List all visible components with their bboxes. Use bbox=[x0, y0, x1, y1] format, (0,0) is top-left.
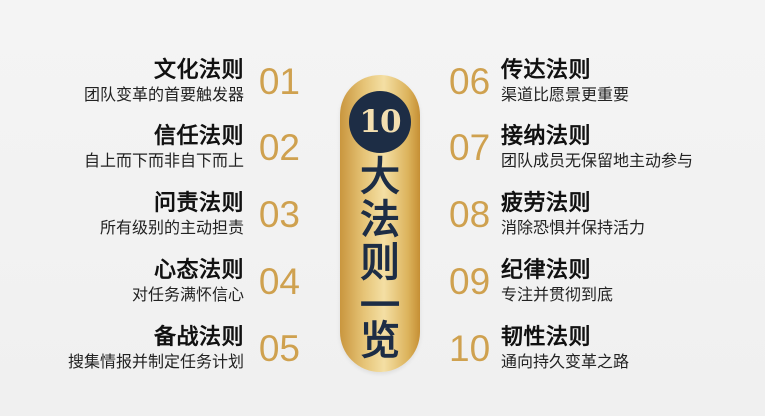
rule-number: 07 bbox=[449, 127, 491, 168]
rule-item-04: 心态法则 对任务满怀信心 04 bbox=[20, 258, 300, 308]
rule-title: 问责法则 bbox=[153, 191, 244, 216]
rule-number: 08 bbox=[449, 194, 491, 235]
rule-description: 消除恐惧并保持活力 bbox=[501, 218, 646, 237]
rule-title: 文化法则 bbox=[153, 58, 244, 83]
rule-item-07: 07 接纳法则 团队成员无保留地主动参与 bbox=[445, 124, 725, 174]
rule-description: 团队成员无保留地主动参与 bbox=[501, 151, 694, 170]
rule-title: 纪律法则 bbox=[501, 258, 592, 283]
rule-item-03: 问责法则 所有级别的主动担责 03 bbox=[20, 191, 300, 241]
rule-title: 疲劳法则 bbox=[501, 191, 592, 216]
rule-number: 09 bbox=[449, 261, 491, 302]
rule-description: 通向持久变革之路 bbox=[501, 352, 630, 371]
rule-number: 03 bbox=[258, 194, 300, 235]
banner-title-char: 大 bbox=[360, 153, 400, 200]
rule-title: 传达法则 bbox=[501, 58, 592, 83]
rule-title: 心态法则 bbox=[153, 258, 244, 283]
rule-item-05: 备战法则 搜集情报并制定任务计划 05 bbox=[20, 325, 300, 375]
banner-title-char: 法 bbox=[360, 196, 400, 243]
rule-item-10: 10 韧性法则 通向持久变革之路 bbox=[445, 325, 725, 375]
rule-number: 05 bbox=[258, 328, 300, 369]
rule-title: 备战法则 bbox=[153, 325, 244, 350]
rule-item-06: 06 传达法则 渠道比愿景更重要 bbox=[445, 58, 725, 108]
rule-description: 渠道比愿景更重要 bbox=[501, 85, 630, 104]
rule-number: 01 bbox=[258, 61, 300, 102]
rule-number: 10 bbox=[449, 328, 491, 369]
banner-title-char: 览 bbox=[360, 317, 400, 364]
rule-description: 团队变革的首要触发器 bbox=[83, 85, 244, 104]
banner-number-badge: 10 bbox=[349, 91, 411, 153]
rule-description: 对任务满怀信心 bbox=[131, 285, 244, 304]
rule-item-08: 08 疲劳法则 消除恐惧并保持活力 bbox=[445, 191, 725, 241]
rule-description: 搜集情报并制定任务计划 bbox=[67, 352, 244, 371]
rule-number: 06 bbox=[449, 61, 491, 102]
rule-title: 接纳法则 bbox=[501, 124, 592, 149]
rule-description: 自上而下而非自下而上 bbox=[83, 151, 244, 170]
rule-description: 所有级别的主动担责 bbox=[99, 218, 244, 237]
rule-description: 专注并贯彻到底 bbox=[501, 285, 614, 304]
rule-title: 信任法则 bbox=[153, 124, 244, 149]
rule-title: 韧性法则 bbox=[501, 325, 592, 350]
rule-item-02: 信任法则 自上而下而非自下而上 02 bbox=[20, 124, 300, 174]
rule-item-01: 文化法则 团队变革的首要触发器 01 bbox=[20, 58, 300, 108]
rule-item-09: 09 纪律法则 专注并贯彻到底 bbox=[445, 258, 725, 308]
rule-number: 02 bbox=[258, 127, 300, 168]
banner-title-char: 则 bbox=[360, 239, 400, 286]
rule-number: 04 bbox=[258, 261, 300, 302]
